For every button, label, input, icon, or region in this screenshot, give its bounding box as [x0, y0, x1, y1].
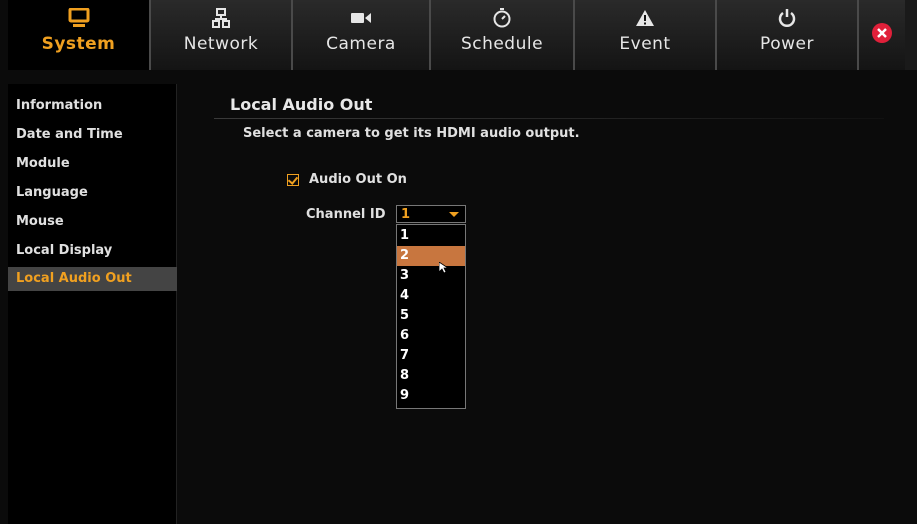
dropdown-option[interactable]: 8 [397, 366, 465, 386]
network-icon [212, 8, 230, 28]
mouse-cursor-icon [438, 259, 450, 278]
tab-schedule[interactable]: Schedule [429, 0, 573, 70]
warning-icon [635, 8, 655, 28]
channel-dropdown-list: 1 2 3 4 5 6 7 8 9 [396, 224, 466, 409]
tab-system[interactable]: System [8, 0, 149, 70]
tab-label: Schedule [460, 34, 544, 54]
channel-id-label: Channel ID [306, 207, 386, 222]
dropdown-option[interactable]: 5 [397, 306, 465, 326]
dropdown-option[interactable]: 7 [397, 346, 465, 366]
close-button[interactable] [857, 0, 905, 70]
checkbox-checked-icon[interactable] [287, 173, 299, 186]
page-description: Select a camera to get its HDMI audio ou… [243, 126, 580, 141]
channel-id-value: 1 [401, 207, 411, 222]
sidebar-item-local-display[interactable]: Local Display [8, 239, 168, 263]
power-icon [778, 8, 796, 28]
dropdown-option[interactable]: 4 [397, 286, 465, 306]
tab-label: Camera [326, 34, 396, 54]
chevron-down-icon [449, 212, 459, 217]
tab-label: Event [619, 34, 671, 54]
tab-label: Network [183, 34, 259, 54]
tab-event[interactable]: Event [573, 0, 715, 70]
dropdown-option[interactable]: 3 [397, 266, 465, 286]
tab-power[interactable]: Power [715, 0, 857, 70]
top-nav: System Network Camera Schedule Event Pow… [8, 0, 917, 70]
tab-label: System [41, 34, 116, 54]
camera-icon [350, 8, 372, 28]
sidebar-item-language[interactable]: Language [8, 181, 168, 205]
page-title: Local Audio Out [230, 95, 373, 114]
sidebar-item-information[interactable]: Information [8, 94, 168, 118]
channel-id-select[interactable]: 1 [396, 205, 466, 223]
dropdown-option[interactable]: 9 [397, 386, 465, 406]
main-content: Local Audio Out Select a camera to get i… [177, 84, 917, 524]
audio-out-label: Audio Out On [309, 172, 407, 187]
dropdown-option[interactable]: 1 [397, 226, 465, 246]
close-icon[interactable] [871, 22, 893, 48]
dropdown-option-highlighted[interactable]: 2 [397, 246, 465, 266]
sidebar-item-module[interactable]: Module [8, 152, 168, 176]
app-frame: System Network Camera Schedule Event Pow… [0, 0, 917, 524]
title-divider [214, 118, 884, 119]
tab-camera[interactable]: Camera [291, 0, 429, 70]
monitor-icon [68, 8, 90, 28]
sidebar-item-date-and-time[interactable]: Date and Time [8, 123, 168, 147]
sidebar-item-local-audio-out[interactable]: Local Audio Out [8, 267, 194, 291]
audio-out-toggle[interactable]: Audio Out On [287, 172, 407, 187]
dropdown-option[interactable]: 6 [397, 326, 465, 346]
sidebar-item-mouse[interactable]: Mouse [8, 210, 168, 234]
sidebar: Information Date and Time Module Languag… [8, 84, 194, 524]
tab-network[interactable]: Network [149, 0, 291, 70]
tab-label: Power [760, 34, 814, 54]
timer-icon [492, 8, 512, 28]
